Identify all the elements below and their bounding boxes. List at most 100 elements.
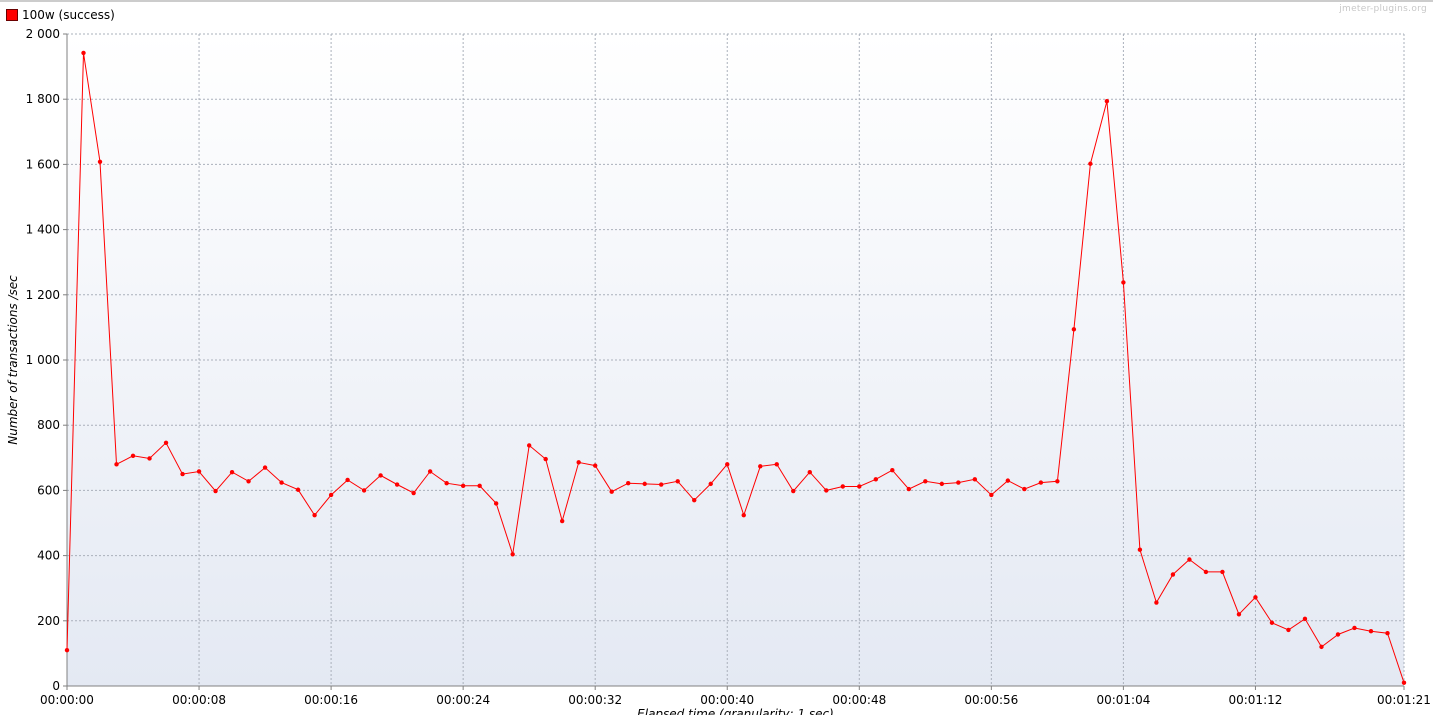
x-tick-label: 00:01:21 bbox=[1377, 693, 1431, 707]
data-point bbox=[1071, 327, 1077, 332]
data-point bbox=[592, 463, 598, 468]
data-point bbox=[1088, 161, 1093, 166]
data-point bbox=[196, 469, 202, 474]
data-point bbox=[180, 471, 185, 477]
data-point bbox=[163, 440, 169, 446]
data-point bbox=[147, 456, 152, 461]
data-point bbox=[741, 512, 746, 518]
x-tick-label: 00:00:32 bbox=[568, 693, 622, 707]
x-tick-label: 00:00:00 bbox=[40, 693, 94, 707]
data-point bbox=[1302, 616, 1308, 622]
data-point bbox=[1253, 595, 1258, 600]
data-point bbox=[1236, 612, 1242, 617]
line-chart: 0 200 400 600 800 1 000 1 200 1 400 1 600 1 800 2 … bbox=[0, 0, 1433, 719]
data-point bbox=[725, 462, 730, 467]
data-point bbox=[1170, 572, 1176, 577]
data-point bbox=[857, 484, 862, 489]
data-point bbox=[824, 488, 829, 493]
data-point bbox=[1385, 630, 1390, 636]
data-point bbox=[1187, 557, 1192, 562]
data-point bbox=[906, 486, 912, 492]
data-point bbox=[312, 512, 317, 518]
y-tick-label: 1 800 bbox=[26, 92, 60, 106]
data-point bbox=[97, 159, 103, 164]
watermark: jmeter-plugins.org bbox=[1339, 4, 1427, 14]
data-point bbox=[626, 481, 631, 486]
data-point bbox=[758, 464, 763, 469]
data-point bbox=[1055, 479, 1060, 484]
data-point bbox=[609, 489, 614, 494]
data-point bbox=[345, 477, 350, 483]
data-point bbox=[1401, 680, 1407, 685]
y-tick-label: 0 bbox=[52, 679, 60, 693]
data-point bbox=[1352, 625, 1357, 631]
data-point bbox=[279, 480, 284, 485]
chart-panel: 0 200 400 600 800 1 000 1 200 1 400 1 600 1 800 2 … bbox=[0, 0, 1433, 719]
data-point bbox=[81, 50, 86, 56]
data-point bbox=[692, 497, 697, 503]
data-point bbox=[956, 480, 961, 485]
data-point bbox=[1005, 478, 1011, 483]
x-tick-label: 00:00:16 bbox=[304, 693, 358, 707]
data-point bbox=[1335, 632, 1341, 637]
data-point bbox=[840, 484, 845, 489]
data-point bbox=[526, 443, 532, 448]
data-point bbox=[114, 462, 119, 467]
data-point bbox=[1104, 98, 1110, 104]
data-point bbox=[1319, 644, 1324, 650]
x-tick-label: 00:00:56 bbox=[964, 693, 1018, 707]
data-point bbox=[791, 488, 796, 494]
data-point bbox=[1022, 486, 1027, 492]
data-point bbox=[460, 483, 466, 489]
data-point bbox=[477, 483, 482, 489]
x-tick-label: 00:01:12 bbox=[1228, 693, 1282, 707]
data-point bbox=[939, 481, 945, 487]
data-point bbox=[246, 479, 251, 484]
data-point bbox=[361, 488, 367, 493]
data-point bbox=[559, 518, 565, 524]
data-point bbox=[328, 492, 334, 498]
data-point bbox=[64, 647, 70, 653]
y-tick-label: 800 bbox=[37, 418, 60, 432]
y-tick-label: 1 400 bbox=[26, 223, 60, 237]
y-tick-label: 1 200 bbox=[26, 288, 60, 302]
data-point bbox=[1154, 600, 1159, 605]
data-point bbox=[659, 482, 664, 487]
data-point bbox=[989, 492, 994, 498]
x-axis-label: Elapsed time (granularity: 1 sec) bbox=[637, 707, 834, 715]
x-tick-label: 00:00:24 bbox=[436, 693, 490, 707]
data-point bbox=[1286, 627, 1291, 633]
data-point bbox=[262, 465, 268, 470]
data-point bbox=[708, 481, 713, 487]
data-point bbox=[774, 462, 779, 467]
x-tick-label: 00:00:48 bbox=[832, 693, 886, 707]
data-point bbox=[1269, 620, 1275, 625]
y-tick-label: 400 bbox=[37, 549, 60, 563]
data-point bbox=[493, 501, 499, 506]
legend: 100w (success) bbox=[6, 8, 115, 22]
data-point bbox=[295, 487, 301, 492]
y-axis-label: Number of transactions /sec bbox=[6, 275, 20, 445]
data-point bbox=[807, 469, 812, 475]
x-tick-label: 00:01:04 bbox=[1096, 693, 1150, 707]
data-point bbox=[229, 469, 235, 475]
data-point bbox=[543, 456, 548, 462]
data-point bbox=[1137, 547, 1143, 552]
data-point bbox=[411, 490, 416, 496]
data-point bbox=[1220, 569, 1225, 575]
data-point bbox=[378, 473, 383, 478]
data-point bbox=[890, 467, 895, 473]
data-point bbox=[576, 460, 581, 465]
data-point bbox=[1203, 569, 1209, 575]
y-tick-label: 2 000 bbox=[26, 27, 60, 41]
legend-swatch-icon bbox=[6, 9, 18, 21]
data-point bbox=[510, 552, 515, 557]
data-point bbox=[873, 477, 879, 482]
data-point bbox=[1121, 280, 1126, 285]
data-point bbox=[1038, 480, 1044, 485]
y-tick-label: 1 000 bbox=[26, 353, 60, 367]
data-point bbox=[1368, 629, 1374, 634]
data-point bbox=[427, 469, 433, 474]
data-point bbox=[923, 479, 928, 484]
data-point bbox=[972, 477, 978, 482]
